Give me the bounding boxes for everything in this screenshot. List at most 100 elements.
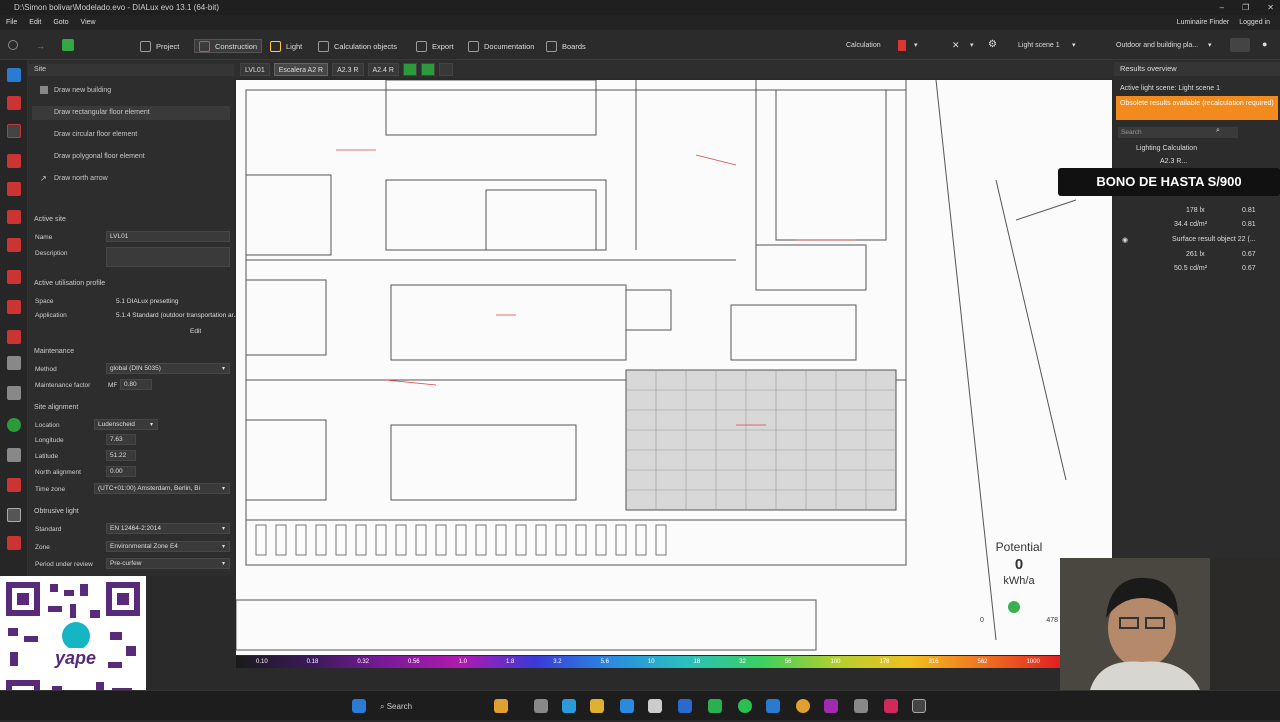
calculation-status-icon[interactable] (898, 40, 906, 51)
widgets-icon[interactable] (494, 699, 508, 713)
outlook-icon[interactable] (678, 699, 692, 713)
door-tool-icon[interactable] (7, 386, 21, 400)
plan-view-icon[interactable] (420, 62, 435, 76)
location-select[interactable]: Ludenscheid ▾ (94, 419, 158, 430)
site-tool-icon[interactable] (7, 68, 21, 82)
tab-boards[interactable]: Boards (546, 39, 586, 53)
draw-north-arrow-action[interactable]: Draw north arrow (54, 175, 108, 182)
tab-a2-3[interactable]: A2.3 R (332, 62, 364, 76)
group-tool-icon[interactable] (7, 536, 21, 550)
results-search-input[interactable]: Search (1118, 127, 1238, 138)
tab-project[interactable]: Project (140, 39, 179, 53)
cancel-dropdown-icon[interactable]: ▾ (970, 41, 974, 49)
longitude-field[interactable]: 7.63 (106, 434, 136, 445)
menu-goto[interactable]: Goto (53, 19, 68, 26)
obsolete-results-warning[interactable]: Obsolete results available (recalculatio… (1116, 96, 1278, 120)
measure-tool-icon[interactable] (7, 448, 21, 462)
dialux-icon[interactable] (912, 699, 926, 713)
lighting-calculation-node[interactable]: Lighting Calculation (1136, 145, 1197, 152)
menu-edit[interactable]: Edit (29, 19, 41, 26)
forward-icon[interactable]: → (36, 41, 45, 51)
menu-view[interactable]: View (81, 19, 96, 26)
draw-polygonal-floor-action[interactable]: Draw polygonal floor element (54, 153, 145, 160)
whatsapp-icon[interactable] (738, 699, 752, 713)
windows-start-icon[interactable] (352, 699, 366, 713)
menu-file[interactable]: File (6, 19, 17, 26)
chrome-icon[interactable] (796, 699, 810, 713)
tree-node-a2-3[interactable]: A2.3 R... (1160, 158, 1187, 165)
tab-escalera-a2[interactable]: Escalera A2 R (273, 62, 329, 76)
browser-icon[interactable] (620, 699, 634, 713)
light-scene-dropdown-icon[interactable]: ▾ (1072, 41, 1076, 49)
tab-construction[interactable]: Construction (194, 39, 263, 53)
application-label: Application (35, 312, 67, 319)
vscode-icon[interactable] (766, 699, 780, 713)
tab-documentation[interactable]: Documentation (468, 39, 534, 53)
zone-select[interactable]: Environmental Zone E4 ▾ (106, 541, 230, 552)
maximize-button[interactable]: ❐ (1242, 0, 1249, 15)
building-tool-icon[interactable] (7, 96, 21, 110)
task-view-icon[interactable] (534, 699, 548, 713)
github-icon[interactable] (854, 699, 868, 713)
user-icon[interactable]: ● (1262, 39, 1267, 49)
fit-view-icon[interactable] (438, 62, 453, 76)
standard-select[interactable]: EN 12464-2:2014 ▾ (106, 523, 230, 534)
draw-circular-floor-action[interactable]: Draw circular floor element (54, 131, 137, 138)
cut-tool-icon[interactable] (7, 478, 21, 492)
calculation-label[interactable]: Calculation (846, 42, 881, 49)
cancel-icon[interactable]: ✕ (952, 40, 960, 51)
draw-rectangular-floor-action[interactable]: Draw rectangular floor element (54, 109, 150, 116)
tab-a2-4[interactable]: A2.4 R (367, 62, 399, 76)
excel-icon[interactable] (708, 699, 722, 713)
light-scene-select[interactable]: Light scene 1 (1018, 42, 1060, 49)
storey-tool-icon[interactable] (7, 124, 21, 138)
stairs-tool-icon[interactable] (7, 300, 21, 314)
tab-light[interactable]: Light (270, 39, 302, 53)
roof-tool-icon[interactable] (7, 270, 21, 284)
close-button[interactable]: ✕ (1267, 0, 1274, 15)
method-select[interactable]: global (DIN 5035) ▾ (106, 363, 230, 374)
minimize-button[interactable]: – (1220, 0, 1224, 15)
surface-result-node[interactable]: Surface result object 22 (... (1172, 236, 1256, 243)
taskbar-search[interactable]: ⌕ Search (380, 699, 484, 714)
calc-dropdown-icon[interactable]: ▾ (914, 41, 918, 49)
settings-gear-icon[interactable]: ⚙ (988, 39, 997, 50)
opening-tool-icon[interactable] (7, 210, 21, 224)
file-explorer-icon[interactable] (590, 699, 604, 713)
furniture-tool-icon[interactable] (7, 356, 21, 370)
save-icon[interactable] (62, 39, 74, 51)
view-mode-dropdown-icon[interactable]: ▾ (1208, 41, 1212, 49)
north-alignment-field[interactable]: 0.00 (106, 466, 136, 477)
layout-toggle-icon[interactable] (1230, 38, 1250, 52)
scale-tick: 5.6 (600, 659, 609, 665)
window-tool-icon[interactable] (7, 508, 21, 522)
period-select[interactable]: Pre-curfew ▾ (106, 558, 230, 569)
room-tool-icon[interactable] (7, 154, 21, 168)
edit-utilisation-button[interactable]: Edit (190, 328, 201, 335)
draw-new-building-action[interactable]: Draw new building (54, 87, 111, 94)
login-status[interactable]: Logged in (1239, 15, 1270, 30)
wall-tool-icon[interactable] (7, 182, 21, 196)
teams-icon[interactable] (824, 699, 838, 713)
store-icon[interactable] (648, 699, 662, 713)
name-field[interactable]: LVL01 (106, 231, 230, 242)
description-field[interactable] (106, 247, 230, 267)
ceiling-tool-icon[interactable] (7, 238, 21, 252)
luminaire-finder-link[interactable]: Luminaire Finder (1177, 15, 1230, 30)
location-label: Location (35, 422, 60, 429)
edge-icon[interactable] (562, 699, 576, 713)
tab-export[interactable]: Export (416, 39, 454, 53)
latitude-field[interactable]: 51.22 (106, 450, 136, 461)
time-zone-select[interactable]: (UTC+01:00) Amsterdam, Berlin, Bi ▾ (94, 483, 230, 494)
material-tool-icon[interactable] (7, 418, 21, 432)
eye-icon[interactable]: ◉ (1122, 236, 1128, 244)
maintenance-factor-field[interactable]: 0.80 (120, 379, 152, 390)
tab-calculation-objects[interactable]: Calculation objects (318, 39, 397, 53)
column-tool-icon[interactable] (7, 330, 21, 344)
tab-lvl01[interactable]: LVL01 (240, 62, 270, 76)
chevron-down-icon: ▾ (221, 544, 225, 550)
view-mode-select[interactable]: Outdoor and building pla... (1116, 42, 1198, 49)
media-icon[interactable] (884, 699, 898, 713)
green-view-icon[interactable] (402, 62, 417, 76)
back-icon[interactable] (8, 40, 18, 50)
